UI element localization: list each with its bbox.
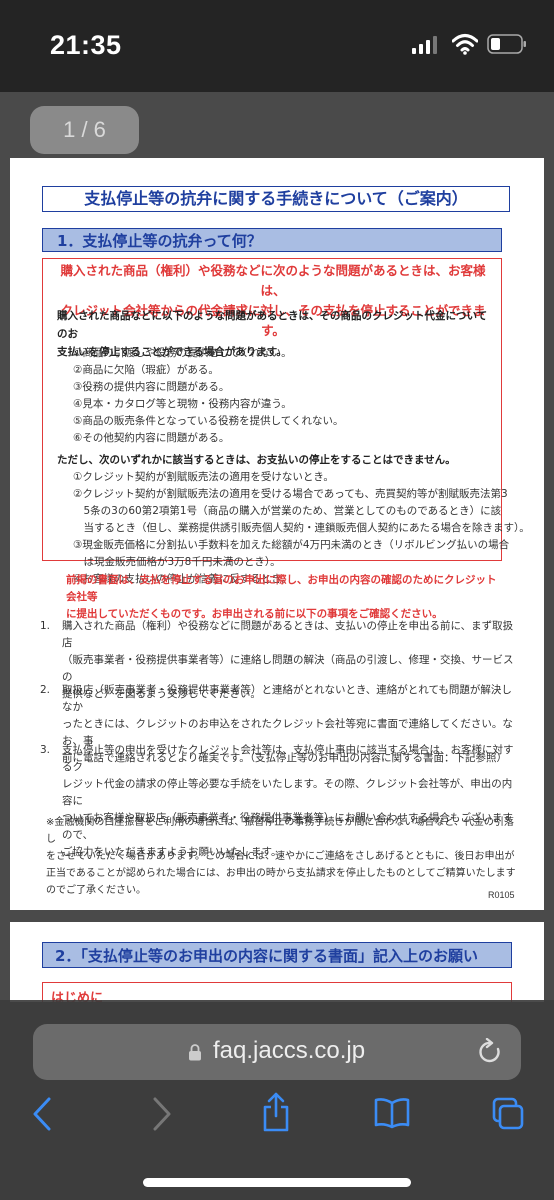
forward-icon[interactable] xyxy=(152,1097,172,1131)
red-note: 前掲の書面は、支払を停止する旨のお申出に際し、お申出の内容の確認のためにクレジッ… xyxy=(66,572,506,623)
section-1-heading: 1．支払停止等の抗弁って何？ xyxy=(42,228,502,252)
list-item: は現金販売価格が3万8千円未満のとき）。 xyxy=(73,556,281,568)
problems-list: ①商品の引渡しや役務の提供をしてくれない。 ②商品に欠陥（瑕疵）がある。 ③役務… xyxy=(73,345,493,447)
list-item: ④見本・カタログ等と現物・役務内容が違う。 xyxy=(73,398,292,410)
cellular-signal-icon xyxy=(412,36,437,54)
footnote-line: 正当であることが認められた場合には、お申出の時から支払請求を停止したものとしてご… xyxy=(46,868,516,879)
section-1-box: 購入された商品（権利）や役務などに次のような問題があるときは、お客様は、 クレジ… xyxy=(42,258,530,585)
list-item: ②クレジット契約が割賦販売法の適用を受ける場合であっても、売買契約等が割賦販売法… xyxy=(73,488,508,500)
list-item: 当するとき（但し、業務提供誘引販売個人契約・連鎖販売個人契約にあたる場合を除きま… xyxy=(73,522,530,534)
item-number: 2. xyxy=(40,684,51,696)
home-indicator[interactable] xyxy=(143,1178,411,1187)
document-code: R0105 xyxy=(488,890,515,900)
page-counter: 1 / 6 xyxy=(30,106,139,154)
item-number: 3. xyxy=(40,744,51,756)
pdf-page: 支払停止等の抗弁に関する手続きについて（ご案内） 1．支払停止等の抗弁って何？ … xyxy=(10,158,544,910)
wifi-icon xyxy=(452,34,478,55)
document-title: 支払停止等の抗弁に関する手続きについて（ご案内） xyxy=(42,186,510,212)
item-line: 購入された商品（権利）や役務などに問題があるときは、支払いの停止を申出る前に、ま… xyxy=(62,620,514,649)
exceptions-list: ①クレジット契約が割賦販売法の適用を受けないとき。 ②クレジット契約が割賦販売法… xyxy=(73,469,530,588)
list-item: ⑤商品の販売条件となっている役務を提供してくれない。 xyxy=(73,415,344,427)
status-time: 21:35 xyxy=(50,30,122,60)
url-text: faq.jaccs.co.jp xyxy=(213,1037,366,1064)
list-item: ①商品の引渡しや役務の提供をしてくれない。 xyxy=(73,347,292,359)
exceptions-paragraph: ただし、次のいずれかに該当するときは、お支払いの停止をすることはできません。 xyxy=(57,454,456,466)
section-2-heading: 2．「支払停止等のお申出の内容に関する書面」記入上のお願い xyxy=(42,942,512,968)
item-line: レジット代金の請求の停止等必要な手続をいたします。その際、クレジット会社等が、申… xyxy=(62,778,513,807)
lock-icon xyxy=(189,1044,201,1061)
footnote: ※金融機関の口座振替をご利用の場合には、振替停止の事務手続きが間に合わない場合な… xyxy=(46,814,516,899)
battery-icon xyxy=(487,34,526,54)
list-item: ①クレジット契約が割賦販売法の適用を受けないとき。 xyxy=(73,471,334,483)
reload-icon[interactable] xyxy=(477,1038,503,1066)
red-note-line: 前掲の書面は、支払を停止する旨のお申出に際し、お申出の内容の確認のためにクレジッ… xyxy=(66,574,497,603)
red-intro-line: 購入された商品（権利）や役務などに次のような問題があるときは、お客様は、 xyxy=(60,263,486,298)
list-item: 5条の3の60第2項第1号（商品の購入が営業のため、営業としてのものであるとき）… xyxy=(73,505,502,517)
footnote-line: のでご了承ください。 xyxy=(46,885,146,896)
item-line: 支払停止等の申出を受けたクレジット会社等は、支払停止事由に該当する場合は、お客様… xyxy=(62,744,514,773)
tabs-icon[interactable] xyxy=(492,1097,524,1131)
status-bar: 21:35 xyxy=(0,0,554,92)
paragraph-line: 購入された商品などに以下のような問題があるときは、その商品のクレジット代金につい… xyxy=(57,310,488,340)
browser-toolbar: faq.jaccs.co.jp xyxy=(0,1000,554,1200)
item-line: 取扱店（販売事業者・役務提供事業者等）と連絡がとれないとき、連絡がとれても問題が… xyxy=(62,684,512,713)
back-icon[interactable] xyxy=(32,1097,52,1131)
list-item: ③現金販売価格に分割払い手数料を加えた総額が4万円未満のとき（リボルビング払いの… xyxy=(73,539,510,551)
list-item: ②商品に欠陥（瑕疵）がある。 xyxy=(73,364,219,376)
bookmarks-icon[interactable] xyxy=(374,1097,410,1129)
list-item: ⑥その他契約内容に問題がある。 xyxy=(73,432,230,444)
pdf-page-2: 2．「支払停止等のお申出の内容に関する書面」記入上のお願い はじめに xyxy=(10,922,544,1002)
item-line: （販売事業者・役務提供事業者等）に連絡し問題の解決（商品の引渡し、修理・交換、サ… xyxy=(62,654,514,683)
intro-box: はじめに xyxy=(42,982,512,1002)
item-number: 1. xyxy=(40,620,51,632)
footnote-line: ※金融機関の口座振替をご利用の場合には、振替停止の事務手続きが間に合わない場合な… xyxy=(46,817,514,845)
footnote-line: をさせていただく場合があります。この場合には、速やかにご連絡をさしあげるとともに… xyxy=(46,851,515,862)
list-item: ③役務の提供内容に問題がある。 xyxy=(73,381,230,393)
address-bar[interactable]: faq.jaccs.co.jp xyxy=(33,1024,521,1080)
share-icon[interactable] xyxy=(262,1092,290,1132)
